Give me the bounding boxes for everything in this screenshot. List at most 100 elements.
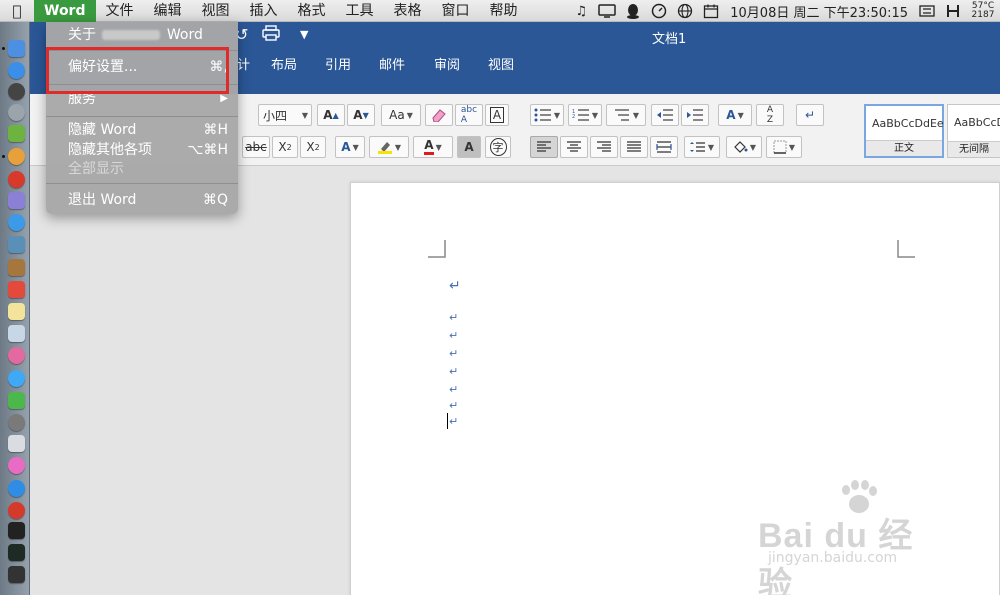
system-preferences-icon[interactable] <box>8 414 25 431</box>
menu-item-about[interactable]: 关于 Word <box>46 25 238 45</box>
menu-view[interactable]: 视图 <box>192 0 240 22</box>
justify-button[interactable] <box>620 136 648 158</box>
menu-item-label: 退出 Word <box>68 192 137 208</box>
photos-icon[interactable] <box>8 347 25 364</box>
font-color-button[interactable]: A ▼ <box>413 136 453 158</box>
calendar-app-icon[interactable] <box>8 281 25 298</box>
menu-file[interactable]: 文件 <box>96 0 144 22</box>
siri-icon[interactable] <box>8 83 25 100</box>
app-icon-red[interactable] <box>8 171 25 188</box>
activity-monitor-icon[interactable] <box>8 544 25 561</box>
svg-text:2: 2 <box>572 114 575 120</box>
keynote-icon[interactable] <box>8 435 25 452</box>
terminal-icon[interactable] <box>8 522 25 539</box>
notes-app-icon[interactable] <box>8 259 25 276</box>
font-size-value: 小四 <box>263 108 288 123</box>
font-size-select[interactable]: 小四 ▼ <box>258 104 312 126</box>
menu-format[interactable]: 格式 <box>288 0 336 22</box>
display-icon[interactable] <box>594 0 620 22</box>
menu-item-hide-word[interactable]: 隐藏 Word ⌘H <box>46 120 238 140</box>
qq-icon[interactable] <box>620 0 646 22</box>
wechat-icon[interactable] <box>8 392 25 409</box>
shading-button[interactable]: ▼ <box>726 136 762 158</box>
app-icon-purple[interactable] <box>8 192 25 209</box>
character-shading-button[interactable]: A <box>457 136 481 158</box>
sort-button[interactable]: AZ <box>756 104 784 126</box>
finder-icon[interactable] <box>8 40 25 57</box>
customize-toolbar-icon[interactable]: ▼ <box>300 28 308 41</box>
globe-icon[interactable] <box>672 0 698 22</box>
tab-layout[interactable]: 布局 <box>271 54 297 73</box>
borders-button[interactable]: ▼ <box>766 136 802 158</box>
font-color-icon: A <box>424 139 434 155</box>
tab-review[interactable]: 审阅 <box>434 54 460 73</box>
launchpad-icon[interactable] <box>8 62 25 79</box>
input-source-icon[interactable] <box>914 0 940 22</box>
control-icon[interactable] <box>940 0 966 22</box>
menu-tools[interactable]: 工具 <box>336 0 384 22</box>
clear-formatting-icon[interactable] <box>425 104 453 126</box>
style-normal[interactable]: AaBbCcDdEe 正文 <box>864 104 944 158</box>
clock[interactable]: 10月08日 周二 下午23:50:15 <box>724 2 914 21</box>
bullets-button[interactable]: ▼ <box>530 104 564 126</box>
phonetic-guide-button[interactable]: abc A <box>455 104 483 126</box>
temperature-readout[interactable]: 57°C 2187 <box>966 2 1000 20</box>
highlight-color-button[interactable]: ▼ <box>369 136 409 158</box>
itunes-icon[interactable] <box>8 457 25 474</box>
menu-word[interactable]: Word <box>34 0 96 22</box>
chevron-down-icon: ▼ <box>406 110 413 120</box>
chevron-down-icon: ▼ <box>788 142 796 152</box>
tab-view[interactable]: 视图 <box>488 54 514 73</box>
enclose-characters-button[interactable]: 字 <box>485 136 511 158</box>
change-case-button[interactable]: Aa ▼ <box>381 104 421 126</box>
text-direction-button[interactable]: A ▼ <box>718 104 752 126</box>
align-right-button[interactable] <box>590 136 618 158</box>
print-icon[interactable] <box>262 25 280 45</box>
character-border-button[interactable]: A <box>485 104 509 126</box>
paragraph-marks-button[interactable]: ↵ <box>796 104 824 126</box>
vivaldi-icon[interactable] <box>8 502 25 519</box>
console-icon[interactable] <box>8 566 25 583</box>
speedometer-icon[interactable] <box>646 0 672 22</box>
calendar-icon[interactable] <box>698 0 724 22</box>
align-left-button[interactable] <box>530 136 558 158</box>
app-store-icon[interactable] <box>8 480 25 497</box>
android-icon[interactable] <box>8 125 25 142</box>
apple-icon[interactable]:  <box>0 2 34 20</box>
strikethrough-button[interactable]: abc <box>242 136 270 158</box>
decrease-indent-button[interactable] <box>651 104 679 126</box>
decrease-font-size-button[interactable]: A ▼ <box>347 104 375 126</box>
chevron-down-icon: ▼ <box>591 110 599 120</box>
chrome-icon[interactable] <box>8 148 25 165</box>
safari-icon[interactable] <box>8 214 25 231</box>
menu-item-hide-others[interactable]: 隐藏其他各项 ⌥⌘H <box>46 140 238 160</box>
stickies-icon[interactable] <box>8 303 25 320</box>
style-no-spacing[interactable]: AaBbCcD 无间隔 <box>947 104 1000 158</box>
text-effects-button[interactable]: A ▼ <box>335 136 365 158</box>
align-center-button[interactable] <box>560 136 588 158</box>
music-icon[interactable]: ♫ <box>568 0 594 22</box>
menu-window[interactable]: 窗口 <box>432 0 480 22</box>
numbering-button[interactable]: 1 2 ▼ <box>568 104 602 126</box>
menu-table[interactable]: 表格 <box>384 0 432 22</box>
menu-item-quit-word[interactable]: 退出 Word ⌘Q <box>46 190 238 210</box>
menu-separator <box>46 116 238 117</box>
preview-icon[interactable] <box>8 236 25 253</box>
messages-icon[interactable] <box>8 370 25 387</box>
subscript-button[interactable]: X2 <box>272 136 298 158</box>
superscript-button[interactable]: X2 <box>300 136 326 158</box>
tab-references[interactable]: 引用 <box>325 54 351 73</box>
menu-edit[interactable]: 编辑 <box>144 0 192 22</box>
menu-insert[interactable]: 插入 <box>240 0 288 22</box>
increase-font-size-button[interactable]: A ▲ <box>317 104 345 126</box>
tab-design[interactable]: 计 <box>237 54 250 73</box>
distributed-button[interactable] <box>650 136 678 158</box>
photo-viewer-icon[interactable] <box>8 325 25 342</box>
multilevel-list-button[interactable]: ▼ <box>606 104 646 126</box>
watermark: Bai du 经验 jingyan.baidu.com <box>758 480 948 595</box>
tab-mailings[interactable]: 邮件 <box>379 54 405 73</box>
menu-help[interactable]: 帮助 <box>480 0 528 22</box>
rocket-icon[interactable] <box>8 104 25 121</box>
line-spacing-button[interactable]: ▼ <box>684 136 720 158</box>
increase-indent-button[interactable] <box>681 104 709 126</box>
